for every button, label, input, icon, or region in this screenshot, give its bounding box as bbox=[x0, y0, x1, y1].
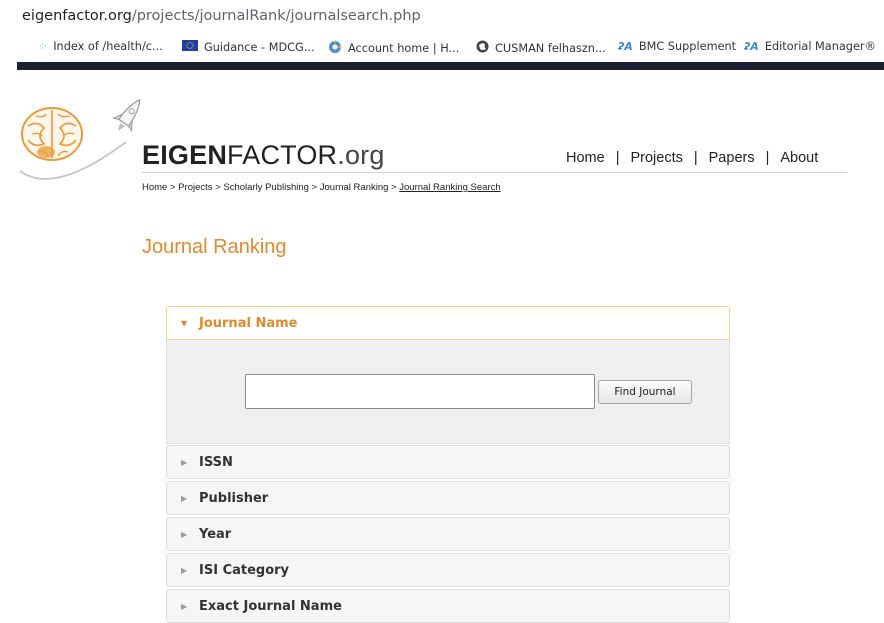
sparkle-icon: ⁘ bbox=[38, 40, 48, 53]
gear-flower-icon bbox=[328, 40, 342, 57]
breadcrumb-separator: > bbox=[215, 182, 221, 193]
bookmark-bmc-supplement[interactable]: ʡA BMC Supplement bbox=[618, 40, 736, 53]
breadcrumb-scholarly-publishing[interactable]: Scholarly Publishing bbox=[223, 182, 309, 193]
accordion-header-label: ISI Category bbox=[199, 562, 290, 578]
globe-icon bbox=[476, 40, 489, 56]
bookmark-account-home[interactable]: Account home | H... bbox=[328, 40, 459, 57]
breadcrumb-home[interactable]: Home bbox=[142, 182, 167, 193]
triangle-down-icon: ▼ bbox=[181, 318, 188, 328]
nav-separator: | bbox=[693, 150, 698, 166]
main-nav: Home | Projects | Papers | About bbox=[566, 150, 818, 166]
breadcrumb-current[interactable]: Journal Ranking Search bbox=[399, 182, 500, 193]
url-path: /projects/journalRank/journalsearch.php bbox=[131, 8, 421, 24]
accordion-header-label: Exact Journal Name bbox=[199, 598, 342, 614]
triangle-right-icon: ▶ bbox=[181, 529, 188, 539]
accordion-panel-issn: ▶ ISSN bbox=[166, 445, 730, 479]
breadcrumb-separator: > bbox=[311, 182, 318, 193]
accordion-header-issn[interactable]: ▶ ISSN bbox=[166, 445, 730, 479]
editorial-logo-icon: ʡA bbox=[744, 40, 759, 53]
triangle-right-icon: ▶ bbox=[181, 601, 188, 611]
nav-papers[interactable]: Papers bbox=[709, 150, 755, 166]
breadcrumb-projects[interactable]: Projects bbox=[178, 182, 212, 193]
breadcrumb: Home > Projects > Scholarly Publishing >… bbox=[142, 182, 501, 193]
journal-name-panel-body: Find Journal bbox=[166, 340, 730, 444]
bookmark-label: Editorial Manager® bbox=[764, 40, 876, 53]
url-host: eigenfactor.org bbox=[22, 8, 132, 24]
page-title: Journal Ranking bbox=[142, 236, 287, 258]
nav-projects[interactable]: Projects bbox=[630, 150, 682, 166]
url-text[interactable]: eigenfactor.org/projects/journalRank/jou… bbox=[22, 8, 421, 24]
journal-name-input[interactable] bbox=[245, 374, 595, 409]
bookmarks-bar: ⁘ Index of /health/c... Guidance - MDCG.… bbox=[0, 32, 884, 62]
bookmark-index-health[interactable]: ⁘ Index of /health/c... bbox=[38, 40, 163, 53]
accordion-header-journal-name[interactable]: ▼ Journal Name bbox=[166, 306, 730, 340]
accordion-header-exact-journal-name[interactable]: ▶ Exact Journal Name bbox=[166, 589, 730, 623]
nav-about[interactable]: About bbox=[780, 150, 818, 166]
accordion-panel-publisher: ▶ Publisher bbox=[166, 481, 730, 515]
browser-url-bar[interactable]: eigenfactor.org/projects/journalRank/jou… bbox=[0, 0, 884, 32]
nav-separator: | bbox=[765, 150, 770, 166]
editorial-logo-icon: ʡA bbox=[618, 40, 633, 53]
triangle-right-icon: ▶ bbox=[181, 457, 188, 467]
accordion-header-year[interactable]: ▶ Year bbox=[166, 517, 730, 551]
breadcrumb-separator: > bbox=[391, 182, 397, 193]
brand-tld: .org bbox=[337, 140, 385, 170]
accordion-panel-exact-journal-name: ▶ Exact Journal Name bbox=[166, 589, 730, 623]
nav-home[interactable]: Home bbox=[566, 150, 605, 166]
eu-flag-icon bbox=[182, 40, 198, 54]
accordion-header-label: Year bbox=[199, 526, 232, 542]
triangle-right-icon: ▶ bbox=[181, 565, 188, 575]
breadcrumb-separator: > bbox=[169, 182, 176, 193]
bookmark-label: Index of /health/c... bbox=[53, 40, 163, 53]
bookmark-label: CUSMAN felhaszn... bbox=[495, 41, 606, 55]
accordion-header-isi-category[interactable]: ▶ ISI Category bbox=[166, 553, 730, 587]
accordion-header-label: Journal Name bbox=[199, 315, 298, 331]
accordion-header-label: ISSN bbox=[199, 454, 233, 470]
breadcrumb-journal-ranking[interactable]: Journal Ranking bbox=[320, 182, 389, 193]
bookmark-label: Guidance - MDCG... bbox=[204, 40, 315, 54]
bookmark-guidance-mdcg[interactable]: Guidance - MDCG... bbox=[182, 40, 315, 54]
accordion-panel-year: ▶ Year bbox=[166, 517, 730, 551]
accordion-panel-journal-name: ▼ Journal Name Find Journal bbox=[166, 306, 730, 444]
brand-bold: EIGEN bbox=[142, 140, 228, 170]
find-journal-button[interactable]: Find Journal bbox=[598, 380, 692, 404]
bookmark-label: Account home | H... bbox=[348, 42, 460, 55]
nav-divider bbox=[142, 172, 847, 173]
site-header-bar bbox=[17, 62, 884, 70]
nav-separator: | bbox=[615, 150, 620, 166]
bookmark-label: BMC Supplement bbox=[638, 40, 737, 53]
brand-rest: FACTOR bbox=[227, 140, 338, 170]
bookmark-editorial-manager[interactable]: ʡA Editorial Manager® bbox=[744, 40, 876, 53]
bookmark-cusman[interactable]: CUSMAN felhaszn... bbox=[476, 40, 606, 56]
site-brand[interactable]: EIGENFACTOR.org bbox=[142, 140, 385, 171]
accordion-panel-isi-category: ▶ ISI Category bbox=[166, 553, 730, 587]
accordion-header-label: Publisher bbox=[199, 490, 269, 506]
accordion-header-publisher[interactable]: ▶ Publisher bbox=[166, 481, 730, 515]
triangle-right-icon: ▶ bbox=[181, 493, 188, 503]
